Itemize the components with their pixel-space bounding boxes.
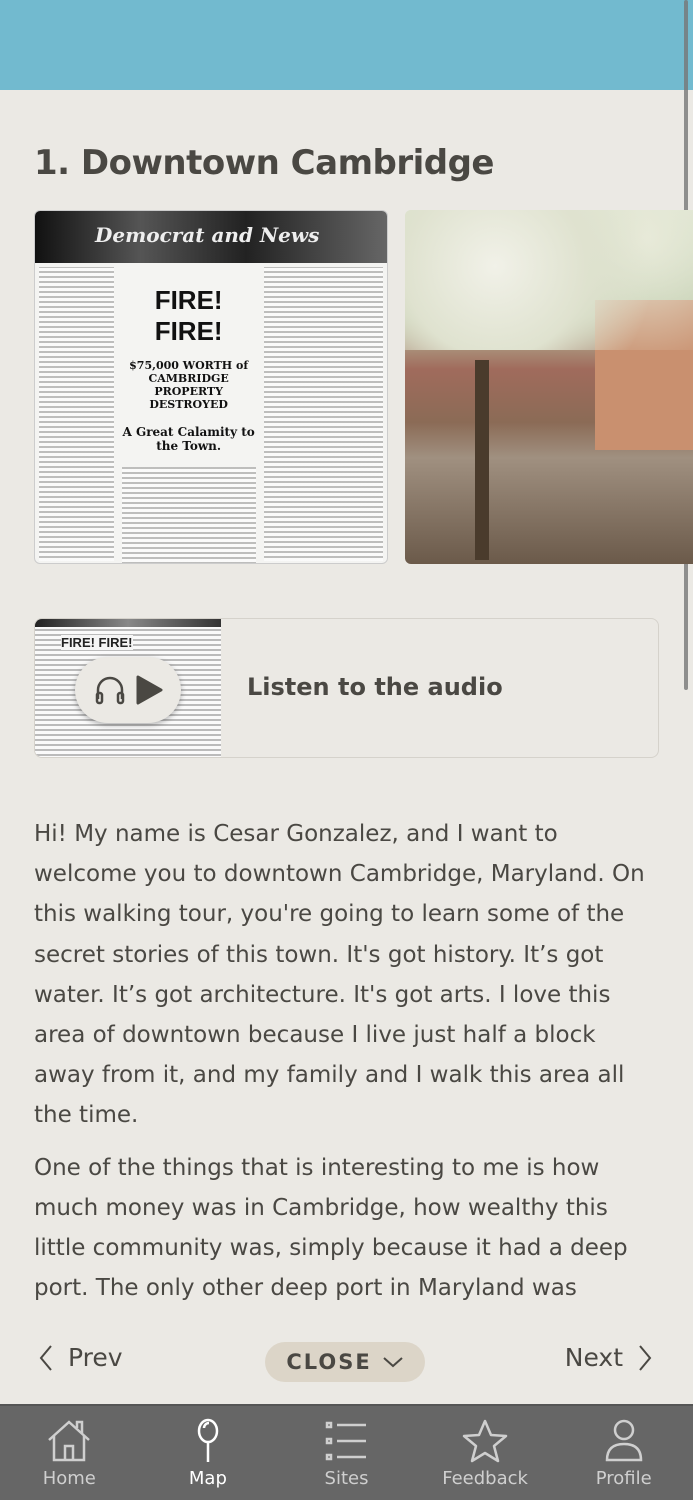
newspaper-deck: A Great Calamity to the Town. <box>122 425 255 453</box>
paragraph: One of the things that is interesting to… <box>34 1154 628 1302</box>
tab-label: Sites <box>324 1468 369 1489</box>
newspaper-masthead: Democrat and News <box>35 211 387 263</box>
bottom-tab-bar: Home Map Sites Feedback Profile <box>0 1404 693 1500</box>
profile-icon <box>605 1419 642 1462</box>
headphones-icon <box>95 676 125 705</box>
prev-label: Prev <box>68 1343 123 1372</box>
close-label: CLOSE <box>286 1350 372 1374</box>
tab-home[interactable]: Home <box>0 1406 139 1500</box>
audio-label: Listen to the audio <box>247 673 503 701</box>
next-button[interactable]: Next <box>565 1343 653 1372</box>
chevron-left-icon <box>39 1344 52 1371</box>
tab-feedback[interactable]: Feedback <box>416 1406 555 1500</box>
audio-player-card[interactable]: FIRE! FIRE! Listen to the audio <box>34 618 659 758</box>
star-icon <box>462 1419 508 1463</box>
tab-sites[interactable]: Sites <box>277 1406 416 1500</box>
close-button[interactable]: CLOSE <box>265 1342 425 1382</box>
prev-button[interactable]: Prev <box>38 1343 123 1372</box>
audio-thumbnail: FIRE! FIRE! <box>35 619 221 757</box>
play-audio-button[interactable] <box>75 657 181 723</box>
tab-label: Feedback <box>442 1468 528 1489</box>
home-icon <box>48 1420 91 1462</box>
newspaper-subhead: $75,000 WORTH of CAMBRIDGE PROPERTY DEST… <box>129 359 249 411</box>
tab-map[interactable]: Map <box>139 1406 278 1500</box>
chevron-right-icon <box>639 1344 652 1371</box>
tab-profile[interactable]: Profile <box>554 1406 693 1500</box>
page-title: 1. Downtown Cambridge <box>34 143 495 183</box>
play-icon <box>136 675 163 705</box>
list-icon <box>326 1421 367 1461</box>
newspaper-headline: FIRE! FIRE! <box>154 285 223 346</box>
next-label: Next <box>564 1343 623 1372</box>
paragraph: Hi! My name is Cesar Gonzalez, and I wan… <box>34 821 645 1129</box>
map-pin-icon <box>197 1418 219 1462</box>
tab-label: Home <box>42 1468 96 1489</box>
chevron-down-icon <box>383 1357 403 1368</box>
audio-thumb-text: FIRE! FIRE! <box>61 635 133 650</box>
tab-label: Profile <box>595 1468 652 1489</box>
tab-label: Map <box>188 1468 227 1489</box>
newspaper-image[interactable]: Democrat and News FIRE! FIRE! $75,000 WO… <box>34 210 388 564</box>
narrative-text: Hi! My name is Cesar Gonzalez, and I wan… <box>34 814 659 1310</box>
street-photo[interactable] <box>405 210 693 564</box>
top-header-bar <box>0 0 693 90</box>
